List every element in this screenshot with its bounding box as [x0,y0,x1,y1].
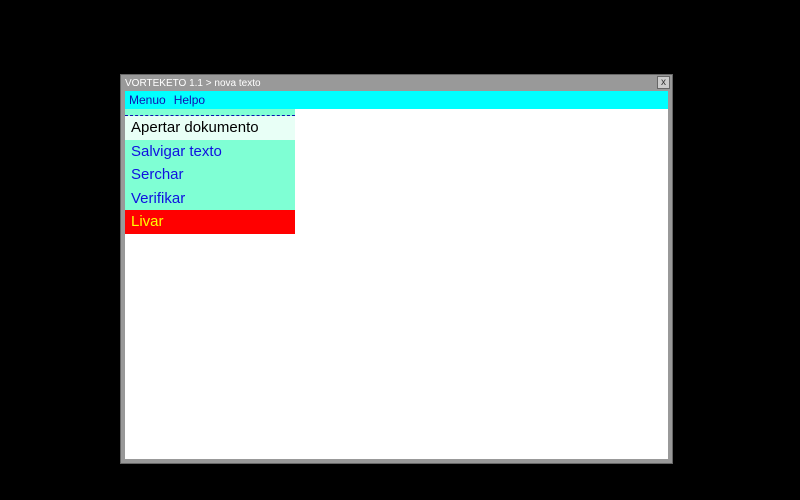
menu-item-verifikar[interactable]: Verifikar [125,187,295,211]
menu-helpo[interactable]: Helpo [174,93,205,107]
menu-item-livar[interactable]: Livar [125,210,295,234]
menu-item-apertar[interactable]: Apertar dokumento [125,116,295,140]
menubar: Menuo Helpo [125,91,668,109]
close-button[interactable]: x [657,76,670,89]
menu-item-salvigar[interactable]: Salvigar texto [125,140,295,164]
close-icon: x [661,78,666,88]
window-title: VORTEKETO 1.1 > nova texto [123,78,261,89]
menu-item-serchar[interactable]: Serchar [125,163,295,187]
dropdown-menu: Apertar dokumento Salvigar texto Serchar… [125,109,295,234]
window: VORTEKETO 1.1 > nova texto x Menuo Helpo… [120,74,673,464]
dropdown-separator [125,109,295,116]
content-area: Menuo Helpo Apertar dokumento Salvigar t… [125,91,668,459]
titlebar: VORTEKETO 1.1 > nova texto x [121,75,672,91]
menu-menuo[interactable]: Menuo [129,93,166,107]
